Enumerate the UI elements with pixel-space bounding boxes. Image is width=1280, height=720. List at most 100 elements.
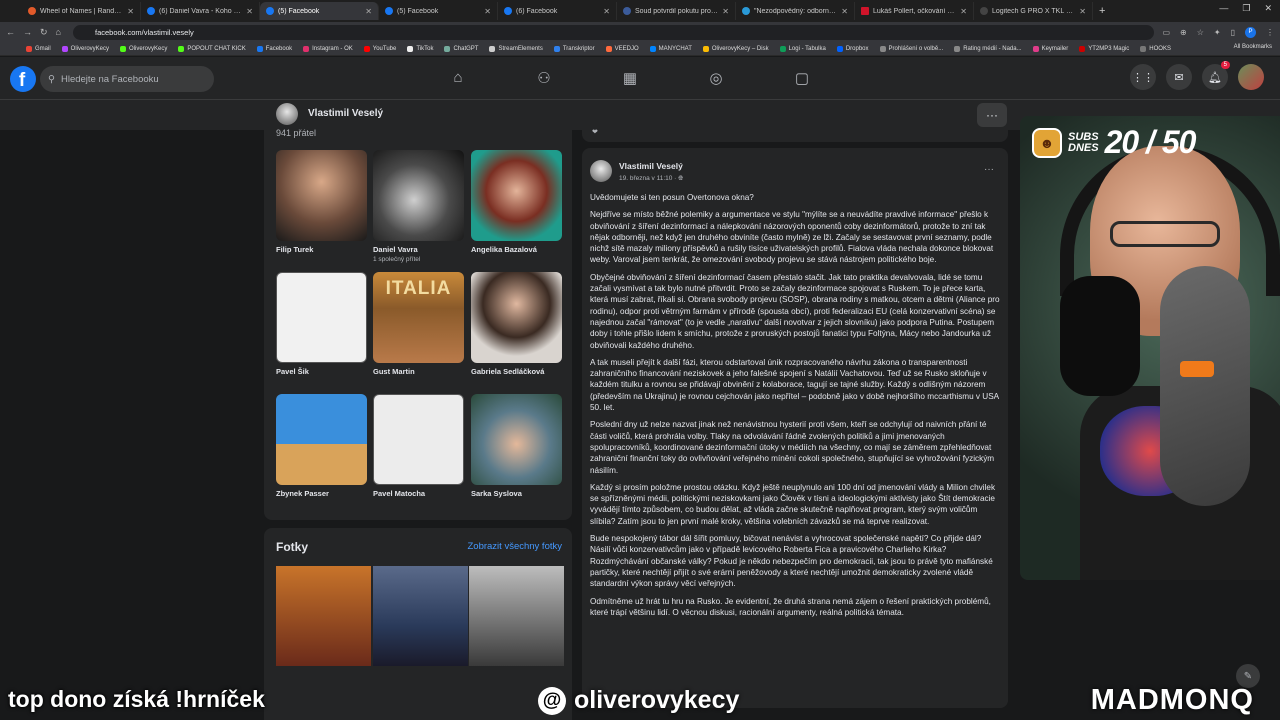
friend-photo[interactable]	[471, 394, 562, 485]
bookmark-item[interactable]: Gmail	[26, 45, 51, 52]
all-bookmarks-button[interactable]: All Bookmarks	[1234, 44, 1272, 50]
photo-thumbnail[interactable]	[373, 566, 468, 666]
browser-menu-icon[interactable]: ⋮	[1266, 28, 1274, 37]
friend-photo[interactable]	[373, 150, 464, 241]
post-more-icon[interactable]: ···	[984, 164, 994, 175]
browser-tab[interactable]: Wheel of Names | Random nam✕	[22, 2, 141, 20]
post-author[interactable]: Vlastimil Veselý	[619, 161, 683, 171]
browser-tab-active[interactable]: (5) Facebook ✕	[260, 2, 379, 20]
browser-tab[interactable]: Lukáš Pollert, očkování a mutac ✕	[855, 2, 974, 20]
friend-photo[interactable]	[471, 272, 562, 363]
close-icon[interactable]: ✕	[127, 7, 134, 16]
friend-name[interactable]: Zbynek Passer	[276, 489, 367, 498]
zoom-icon[interactable]: ⊕	[1180, 28, 1187, 37]
bookmark-item[interactable]: HOOKS	[1140, 45, 1171, 52]
bookmark-star-icon[interactable]: ☆	[1197, 28, 1204, 37]
close-icon[interactable]: ✕	[484, 7, 491, 16]
friend-photo[interactable]	[276, 150, 367, 241]
friend-tile[interactable]: Daniel Vavra 1 společný přítel	[373, 150, 464, 263]
menu-grid-icon[interactable]: ⋮⋮	[1130, 64, 1156, 90]
bookmark-item[interactable]: YouTube	[363, 45, 396, 52]
friend-photo[interactable]	[373, 394, 464, 485]
facebook-search[interactable]: ⚲ Hledejte na Facebooku	[40, 66, 214, 92]
close-icon[interactable]: ✕	[603, 7, 610, 16]
friend-name[interactable]: Pavel Šik	[276, 367, 367, 376]
friend-name[interactable]: Angelika Bazalová	[471, 245, 562, 254]
friend-tile[interactable]: Zbynek Passer	[276, 394, 367, 498]
facebook-logo-icon[interactable]: f	[10, 66, 36, 92]
bookmark-item[interactable]: Rating médií - Nada...	[954, 45, 1022, 52]
bookmark-item[interactable]: Transkriptor	[553, 45, 595, 52]
friend-tile[interactable]: Filip Turek	[276, 150, 367, 254]
close-icon[interactable]: ✕	[841, 7, 848, 16]
friend-tile[interactable]: Sarka Syslova	[471, 394, 562, 498]
friend-name[interactable]: Filip Turek	[276, 245, 367, 254]
bookmark-item[interactable]: MANYCHAT	[649, 45, 692, 52]
friend-photo[interactable]	[276, 394, 367, 485]
home-nav-icon[interactable]: ⌂	[448, 69, 468, 87]
friend-name[interactable]: Gabriela Sedláčková	[471, 367, 562, 376]
bookmark-item[interactable]: POPOUT CHAT KICK	[178, 45, 246, 52]
bookmark-item[interactable]: Prohlášení o volbě...	[879, 45, 943, 52]
photos-title[interactable]: Fotky	[276, 540, 308, 554]
gaming-nav-icon[interactable]: ▢	[792, 69, 812, 87]
bookmark-item[interactable]: OliverovyKecy	[120, 45, 167, 52]
bookmark-item[interactable]: Logi - Tabulka	[779, 45, 826, 52]
friend-name[interactable]: Pavel Matocha	[373, 489, 464, 498]
marketplace-nav-icon[interactable]: ▦	[620, 69, 640, 87]
bookmark-item[interactable]: Facebook	[256, 45, 292, 52]
bookmark-item[interactable]: YT2MP3 Magic	[1079, 45, 1129, 52]
home-icon[interactable]: ⌂	[56, 27, 61, 37]
friend-photo[interactable]	[471, 150, 562, 241]
bookmark-item[interactable]: Dropbox	[836, 45, 869, 52]
notifications-icon[interactable]: 🔔︎ 5	[1202, 61, 1230, 90]
friend-tile[interactable]: Gabriela Sedláčková	[471, 272, 562, 376]
see-all-photos-link[interactable]: Zobrazit všechny fotky	[467, 541, 562, 552]
new-tab-button[interactable]: +	[1099, 5, 1105, 17]
post-date[interactable]: 19. března v 11:10 · 🌐︎	[619, 175, 683, 183]
browser-tab[interactable]: (6) Facebook ✕	[498, 2, 617, 20]
bookmark-item[interactable]: StreamElements	[489, 45, 543, 52]
friend-tile[interactable]: ITALIA Gust Martin	[373, 272, 464, 376]
photo-thumbnail[interactable]	[276, 566, 371, 666]
browser-tab[interactable]: "Nezodpovědný: odborně neo ✕	[736, 2, 855, 20]
friend-tile[interactable]: Pavel Šik	[276, 272, 367, 376]
browser-tab[interactable]: Logitech G PRO X TKL LIGHTSP ✕	[974, 2, 1093, 20]
maximize-icon[interactable]: ❐	[1242, 3, 1250, 14]
search-input[interactable]: Hledejte na Facebooku	[61, 74, 159, 85]
bookmark-item[interactable]: OliverovyKecy	[61, 45, 109, 52]
bookmark-item[interactable]: Keymailer	[1032, 45, 1068, 52]
cast-icon[interactable]: ▭	[1162, 28, 1170, 37]
friends-nav-icon[interactable]: ⚇	[534, 69, 554, 87]
more-options-button[interactable]: ···	[977, 103, 1007, 127]
reload-icon[interactable]: ↻	[40, 27, 48, 38]
friend-name[interactable]: Sarka Syslova	[471, 489, 562, 498]
browser-tab[interactable]: (5) Facebook ✕	[379, 2, 498, 20]
bookmark-item[interactable]: TikTok	[407, 45, 433, 52]
friend-name[interactable]: Daniel Vavra	[373, 245, 464, 254]
friend-name[interactable]: Gust Martin	[373, 367, 464, 376]
profile-name[interactable]: Vlastimil Veselý	[308, 108, 383, 119]
browser-tab[interactable]: Soud potvrdil pokutu pro advo ✕	[617, 2, 736, 20]
profile-avatar[interactable]	[276, 103, 298, 125]
close-icon[interactable]: ✕	[365, 7, 372, 16]
browser-profile-avatar[interactable]: P	[1245, 26, 1256, 38]
account-avatar[interactable]	[1238, 64, 1264, 90]
friend-tile[interactable]: Angelika Bazalová	[471, 150, 562, 254]
close-icon[interactable]: ✕	[722, 7, 729, 16]
browser-tab[interactable]: (6) Daniel Vavra - Koho čist a s✕	[141, 2, 260, 20]
friend-photo[interactable]: ITALIA	[373, 272, 464, 363]
bookmark-item[interactable]: OliverovyKecy – Disk	[702, 45, 769, 52]
back-icon[interactable]: ←	[6, 27, 15, 37]
bookmark-item[interactable]: Instagram - OK	[303, 45, 353, 52]
photo-thumbnail[interactable]	[469, 566, 564, 666]
bookmark-item[interactable]: ChatGPT	[444, 45, 478, 52]
url-input[interactable]: facebook.com/vlastimil.vesely	[72, 24, 1155, 40]
friend-tile[interactable]: Pavel Matocha	[373, 394, 464, 498]
bookmark-item[interactable]: VEEDJO	[605, 45, 639, 52]
groups-nav-icon[interactable]: ◎	[706, 69, 726, 87]
friend-photo[interactable]	[276, 272, 367, 363]
close-icon[interactable]: ✕	[246, 7, 253, 16]
post-author-avatar[interactable]	[590, 160, 612, 182]
close-icon[interactable]: ✕	[960, 7, 967, 16]
